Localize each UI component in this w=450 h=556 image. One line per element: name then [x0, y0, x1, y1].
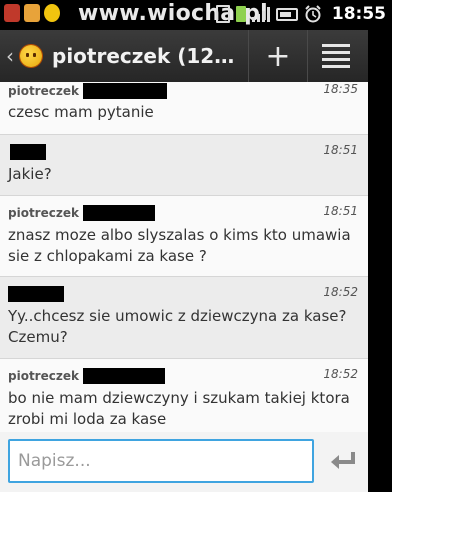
- message-item[interactable]: 18:52 Yy..chcesz sie umowic z dziewczyna…: [0, 277, 368, 359]
- back-chevron-icon[interactable]: ‹: [6, 44, 20, 68]
- redaction-bar: [10, 144, 46, 160]
- sd-card-icon: [215, 5, 230, 23]
- alarm-icon: [305, 5, 321, 23]
- redaction-bar: [8, 286, 64, 302]
- action-bar: ‹ piotreczek (1281… +: [0, 30, 368, 82]
- message-sender: piotreczek: [8, 206, 79, 220]
- redaction-bar: [82, 368, 165, 384]
- signal-icon: [251, 6, 270, 22]
- notification-icons: [4, 4, 60, 22]
- message-time: 18:52: [323, 367, 358, 381]
- message-text: Jakie?: [8, 165, 52, 183]
- message-time: 18:51: [323, 143, 358, 157]
- message-item[interactable]: piotreczek 18:51 znasz moze albo slyszal…: [0, 196, 368, 277]
- send-button[interactable]: [326, 446, 360, 476]
- menu-icon: [322, 44, 350, 68]
- message-time: 18:51: [323, 204, 358, 218]
- message-text: Yy..chcesz sie umowic z dziewczyna za ka…: [8, 307, 347, 346]
- pizza-icon: [24, 4, 40, 22]
- data-icon: [235, 6, 246, 22]
- redaction-bar: [82, 82, 167, 99]
- phone-screen: www.wiocha.pl 18:55 ‹ piotreczek (1281… …: [0, 0, 392, 492]
- message-item[interactable]: 18:51 Jakie?: [0, 135, 368, 196]
- message-item[interactable]: piotreczek 18:52 bo nie mam dziewczyny i…: [0, 359, 368, 432]
- sun-emoji-icon: [44, 4, 60, 22]
- status-bar: www.wiocha.pl 18:55: [0, 0, 392, 30]
- message-text: bo nie mam dziewczyny i szukam takiej kt…: [8, 389, 350, 428]
- add-button[interactable]: +: [249, 30, 307, 82]
- game-icon: [4, 4, 20, 22]
- message-text: znasz moze albo slyszalas o kims kto uma…: [8, 226, 351, 265]
- message-time: 18:52: [323, 285, 358, 299]
- enter-arrow-icon: [331, 452, 355, 469]
- redaction-bar: [82, 205, 155, 221]
- message-text: czesc mam pytanie: [8, 103, 154, 121]
- battery-icon: [275, 7, 298, 21]
- menu-button[interactable]: [308, 30, 364, 82]
- message-sender: piotreczek: [8, 369, 79, 383]
- message-sender: piotreczek: [8, 83, 79, 98]
- message-input[interactable]: [8, 439, 314, 483]
- message-time: 18:35: [323, 82, 358, 96]
- message-list[interactable]: piotreczek 18:35 czesc mam pytanie 18:51…: [0, 82, 368, 432]
- contact-avatar-icon[interactable]: [20, 45, 42, 67]
- message-item[interactable]: piotreczek 18:35 czesc mam pytanie: [0, 82, 368, 135]
- clock: 18:55: [331, 4, 386, 24]
- compose-bar: [0, 432, 368, 492]
- status-icons: 18:55: [215, 4, 386, 24]
- conversation-title: piotreczek (1281…: [52, 44, 248, 68]
